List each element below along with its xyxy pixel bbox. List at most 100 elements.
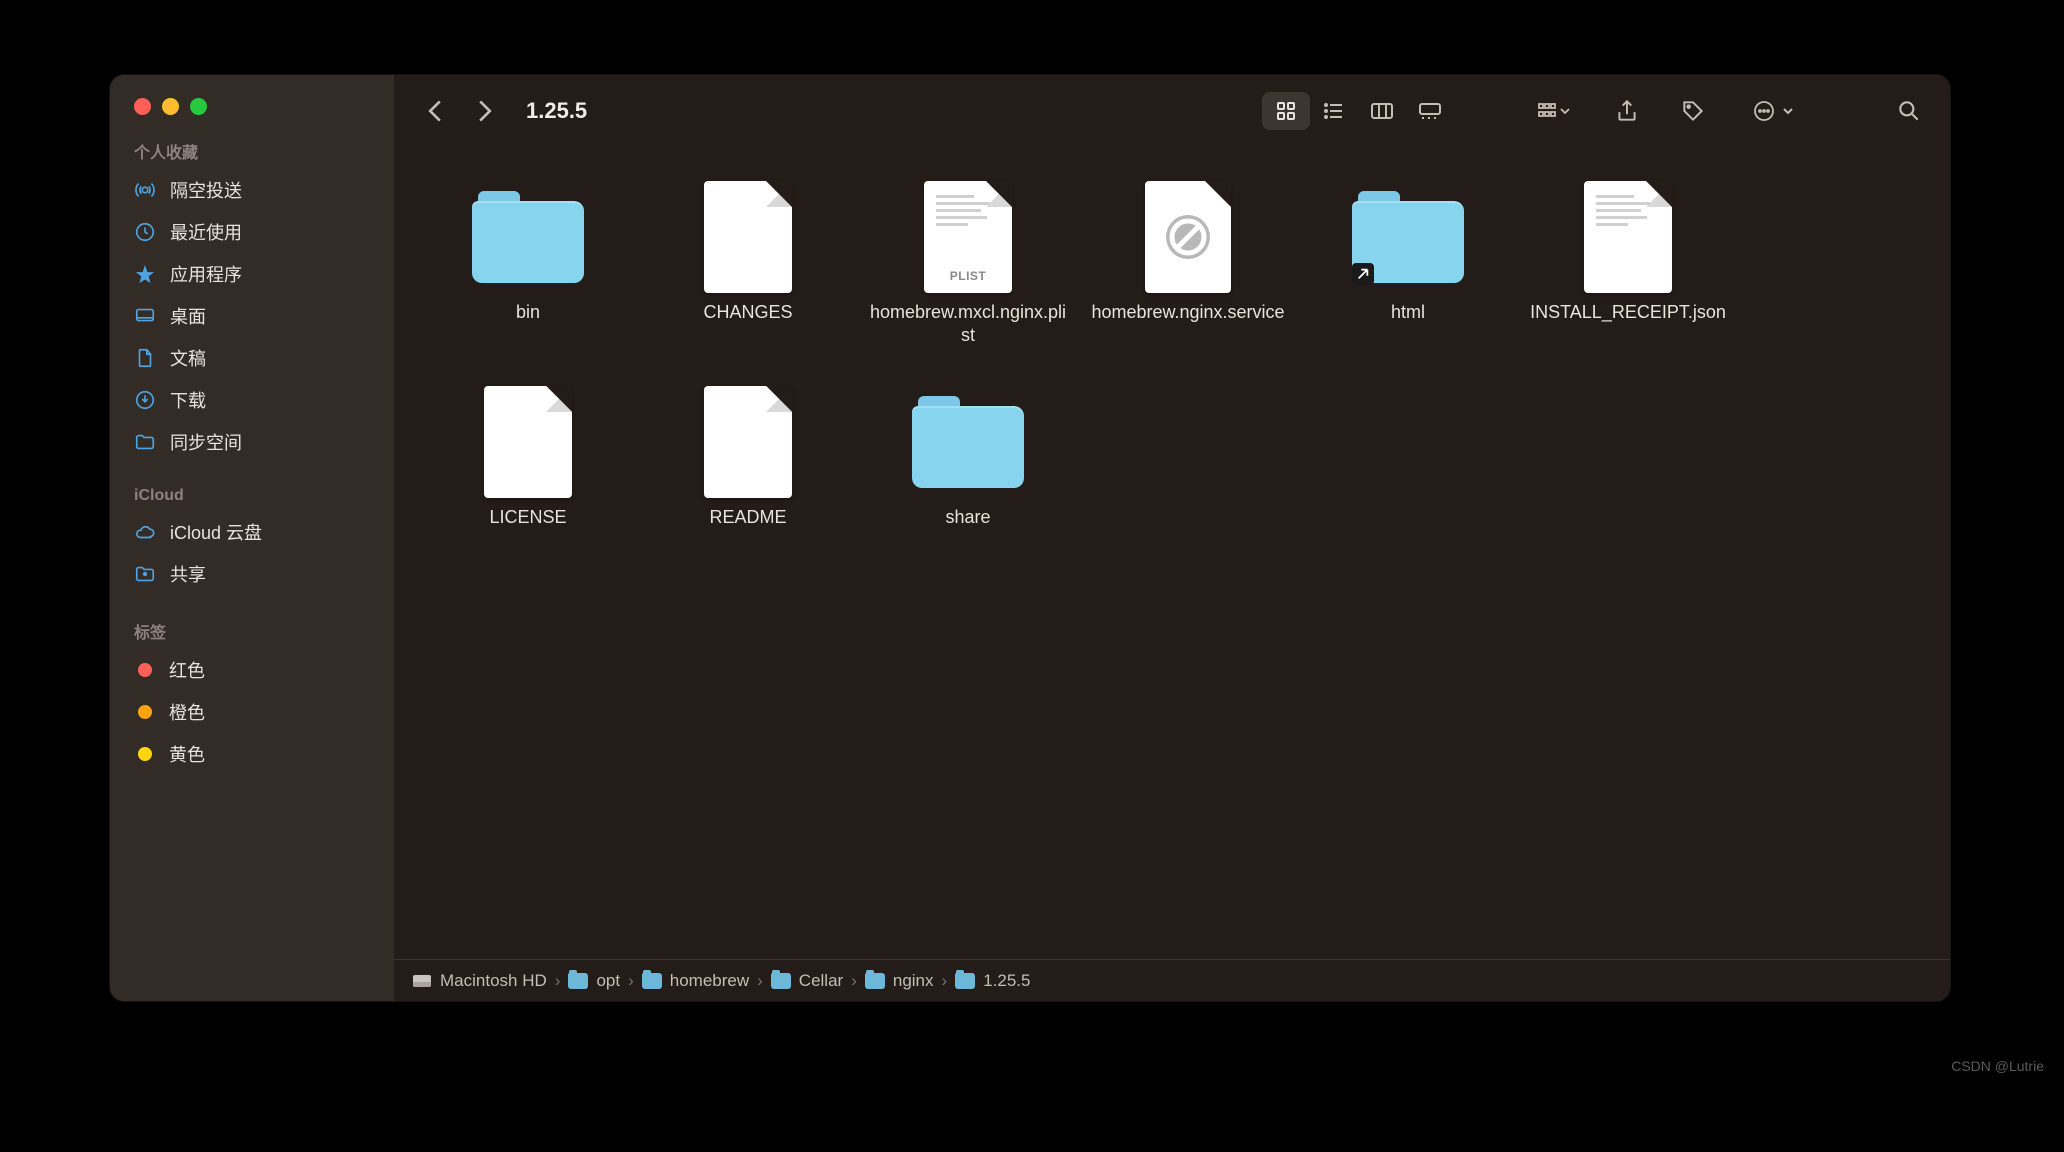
- breadcrumb-item[interactable]: Macintosh HD: [412, 971, 547, 991]
- breadcrumb-item[interactable]: nginx: [865, 971, 934, 991]
- item-label: homebrew.nginx.service: [1091, 301, 1284, 324]
- sidebar-item-label: 应用程序: [170, 261, 242, 287]
- chevron-down-icon: [1782, 105, 1794, 117]
- breadcrumb-label: opt: [596, 971, 620, 991]
- icon-container: [470, 384, 586, 500]
- chevron-right-icon: ›: [851, 971, 857, 991]
- tags-section: 标签 红色 橙色 黄色: [110, 595, 394, 775]
- sidebar-item-shared[interactable]: 共享: [110, 553, 394, 595]
- chevron-right-icon: ›: [555, 971, 561, 991]
- item-label: CHANGES: [703, 301, 792, 324]
- forward-button[interactable]: [476, 99, 494, 123]
- desktop-icon: [134, 305, 156, 327]
- list-view-button[interactable]: [1310, 92, 1358, 130]
- breadcrumb-label: Macintosh HD: [440, 971, 547, 991]
- breadcrumb-label: nginx: [893, 971, 934, 991]
- sidebar-item-label: 最近使用: [170, 219, 242, 245]
- sidebar-item-icloud-drive[interactable]: iCloud 云盘: [110, 511, 394, 553]
- blocked-file-icon: [1145, 181, 1231, 293]
- chevron-right-icon: ›: [757, 971, 763, 991]
- sidebar-item-label: 下载: [170, 387, 206, 413]
- folder-icon: [134, 431, 156, 453]
- more-button[interactable]: [1746, 92, 1800, 130]
- icon-container: [690, 179, 806, 295]
- download-icon: [134, 389, 156, 411]
- tag-dot-icon: [138, 747, 152, 761]
- items-grid: bin CHANGES PLISThomebrew.mxcl.nginx.plist…: [418, 171, 1926, 545]
- icloud-section: iCloud iCloud 云盘 共享: [110, 463, 394, 595]
- breadcrumb-label: 1.25.5: [983, 971, 1030, 991]
- item-label: LICENSE: [489, 506, 566, 529]
- sidebar-tag-red[interactable]: 红色: [110, 649, 394, 691]
- icon-view-button[interactable]: [1262, 92, 1310, 130]
- file-item[interactable]: PLISThomebrew.mxcl.nginx.plist: [858, 171, 1078, 364]
- close-button[interactable]: [134, 98, 151, 115]
- file-item[interactable]: CHANGES: [638, 171, 858, 364]
- sidebar-item-sync[interactable]: 同步空间: [110, 421, 394, 463]
- nav-buttons: [422, 99, 510, 123]
- tag-dot-icon: [138, 705, 152, 719]
- item-label: INSTALL_RECEIPT.json: [1530, 301, 1726, 324]
- alias-badge-icon: [1352, 263, 1374, 285]
- sidebar-tag-orange[interactable]: 橙色: [110, 691, 394, 733]
- tag-dot-icon: [138, 663, 152, 677]
- sidebar-item-downloads[interactable]: 下载: [110, 379, 394, 421]
- breadcrumb-item[interactable]: homebrew: [642, 971, 749, 991]
- file-item[interactable]: homebrew.nginx.service: [1078, 171, 1298, 364]
- path-bar: Macintosh HD›opt›homebrew›Cellar›nginx›1…: [394, 959, 1950, 1001]
- tags-header: 标签: [110, 619, 394, 649]
- breadcrumb-item[interactable]: opt: [568, 971, 620, 991]
- tag-button[interactable]: [1680, 98, 1706, 124]
- folder-icon: [865, 973, 885, 989]
- chevron-right-icon: ›: [942, 971, 948, 991]
- back-button[interactable]: [426, 99, 444, 123]
- sidebar-item-desktop[interactable]: 桌面: [110, 295, 394, 337]
- search-button[interactable]: [1896, 98, 1922, 124]
- file-item[interactable]: INSTALL_RECEIPT.json: [1518, 171, 1738, 364]
- grid-icon: [1274, 99, 1298, 123]
- column-view-button[interactable]: [1358, 92, 1406, 130]
- gallery-icon: [1417, 99, 1443, 123]
- breadcrumb-label: homebrew: [670, 971, 749, 991]
- breadcrumb-item[interactable]: 1.25.5: [955, 971, 1030, 991]
- text-file-icon: [1584, 181, 1672, 293]
- sidebar-item-recents[interactable]: 最近使用: [110, 211, 394, 253]
- sidebar-tag-yellow[interactable]: 黄色: [110, 733, 394, 775]
- file-item[interactable]: html: [1298, 171, 1518, 364]
- item-label: html: [1391, 301, 1425, 324]
- sidebar-item-label: 黄色: [169, 741, 205, 767]
- breadcrumb-item[interactable]: Cellar: [771, 971, 843, 991]
- main-area: 1.25.5: [394, 75, 1950, 1001]
- airdrop-icon: [134, 179, 156, 201]
- share-button[interactable]: [1614, 98, 1640, 124]
- group-button[interactable]: [1530, 92, 1578, 130]
- content-area[interactable]: bin CHANGES PLISThomebrew.mxcl.nginx.plist…: [394, 147, 1950, 959]
- sidebar-item-label: 红色: [169, 657, 205, 683]
- view-switcher: [1262, 92, 1454, 130]
- file-item[interactable]: LICENSE: [418, 376, 638, 545]
- icon-container: [1570, 179, 1686, 295]
- item-label: README: [709, 506, 786, 529]
- file-item[interactable]: share: [858, 376, 1078, 545]
- cloud-icon: [134, 521, 156, 543]
- file-icon: [484, 386, 572, 498]
- columns-icon: [1369, 99, 1395, 123]
- sidebar-item-applications[interactable]: 应用程序: [110, 253, 394, 295]
- file-item[interactable]: README: [638, 376, 858, 545]
- gallery-view-button[interactable]: [1406, 92, 1454, 130]
- icon-container: [470, 179, 586, 295]
- item-label: share: [945, 506, 990, 529]
- sidebar-item-documents[interactable]: 文稿: [110, 337, 394, 379]
- sidebar-item-airdrop[interactable]: 隔空投送: [110, 169, 394, 211]
- folder-icon: [472, 191, 584, 283]
- breadcrumb-label: Cellar: [799, 971, 843, 991]
- plist-file-icon: PLIST: [924, 181, 1012, 293]
- folder-icon: [955, 973, 975, 989]
- shared-icon: [134, 563, 156, 585]
- window-title: 1.25.5: [526, 98, 587, 124]
- file-item[interactable]: bin: [418, 171, 638, 364]
- zoom-button[interactable]: [190, 98, 207, 115]
- icon-container: [910, 384, 1026, 500]
- minimize-button[interactable]: [162, 98, 179, 115]
- apps-icon: [134, 263, 156, 285]
